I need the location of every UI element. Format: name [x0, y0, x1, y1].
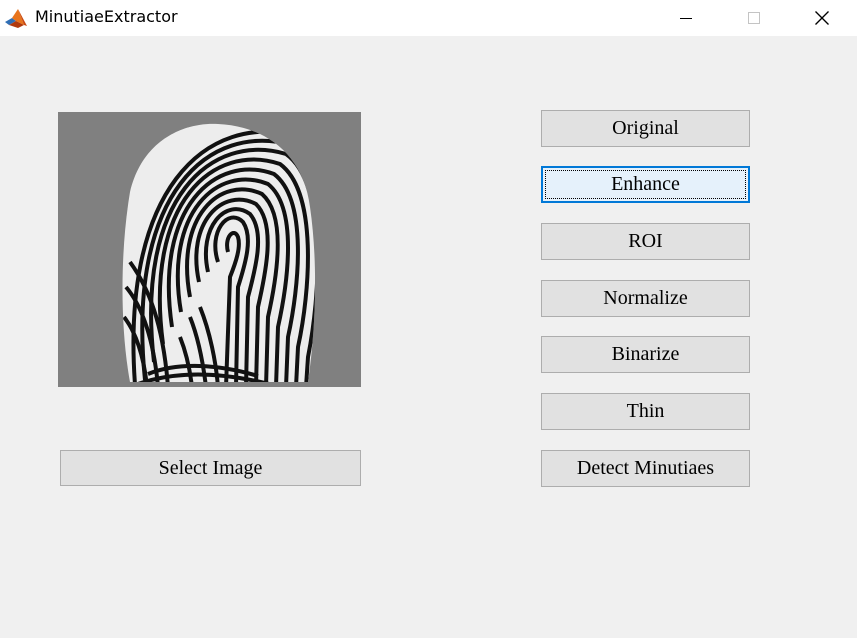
close-button[interactable] — [787, 0, 857, 36]
maximize-button[interactable] — [719, 0, 789, 36]
enhance-button-label: Enhance — [611, 173, 680, 195]
app-window: MinutiaeExtractor Select Image Original … — [0, 0, 857, 638]
matlab-icon — [4, 6, 28, 30]
maximize-icon — [748, 12, 760, 24]
fingerprint-image — [58, 112, 361, 387]
detect-minutiaes-button[interactable]: Detect Minutiaes — [541, 450, 750, 487]
minimize-icon — [680, 18, 692, 19]
title-bar[interactable]: MinutiaeExtractor — [0, 0, 857, 36]
select-image-button[interactable]: Select Image — [60, 450, 361, 486]
minimize-button[interactable] — [651, 0, 721, 36]
original-button[interactable]: Original — [541, 110, 750, 147]
window-title: MinutiaeExtractor — [35, 7, 178, 26]
thin-button[interactable]: Thin — [541, 393, 750, 430]
fingerprint-image-panel — [58, 112, 361, 387]
roi-button[interactable]: ROI — [541, 223, 750, 260]
normalize-button[interactable]: Normalize — [541, 280, 750, 317]
binarize-button[interactable]: Binarize — [541, 336, 750, 373]
close-icon — [815, 11, 829, 25]
enhance-button[interactable]: Enhance — [541, 166, 750, 203]
